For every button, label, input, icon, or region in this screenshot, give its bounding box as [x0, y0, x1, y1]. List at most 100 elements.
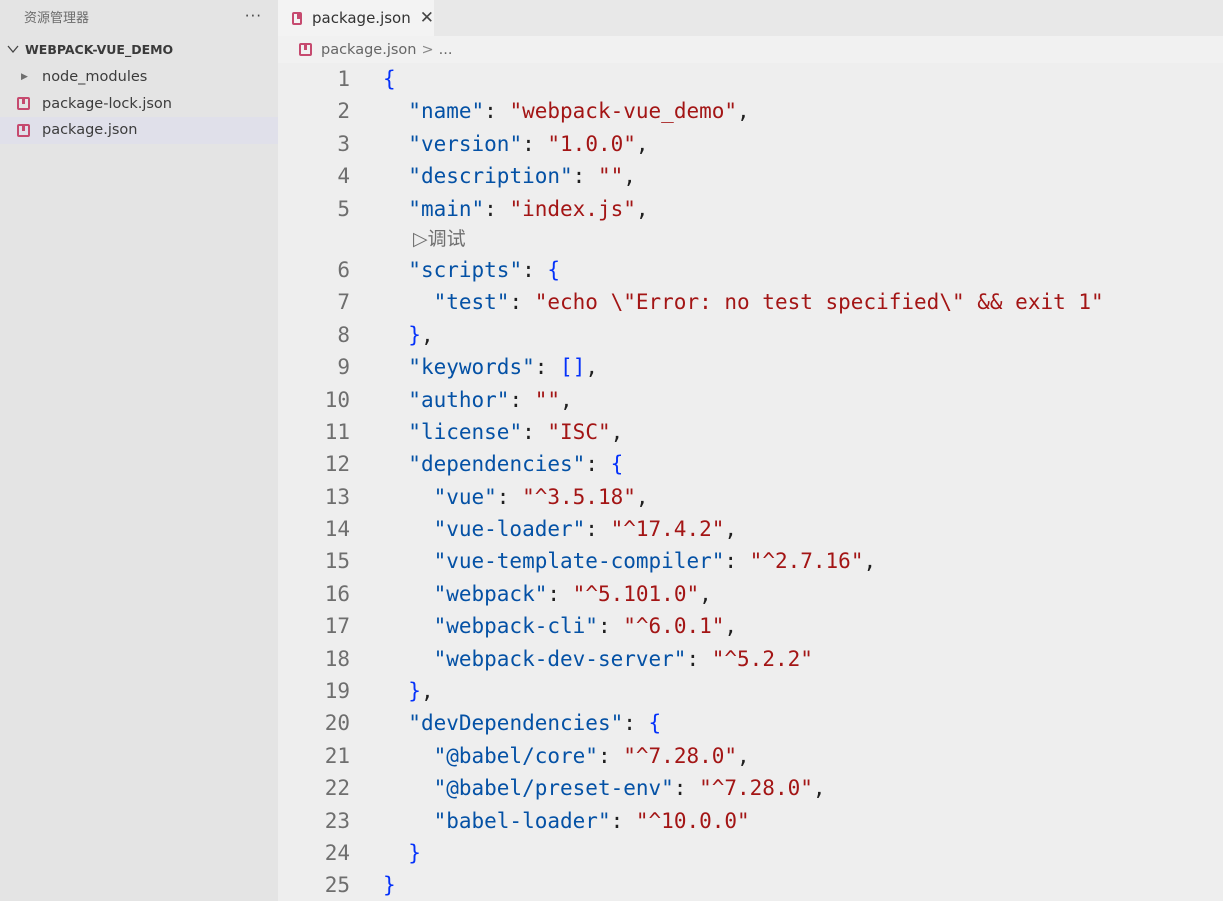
code-line: 4 "description": "", [278, 160, 1223, 192]
code-line: 8 }, [278, 319, 1223, 351]
code-line: 22 "@babel/preset-env": "^7.28.0", [278, 772, 1223, 804]
json-file-icon [292, 11, 302, 25]
line-number: 14 [324, 517, 350, 542]
more-icon[interactable]: ··· [245, 7, 262, 25]
sidebar-header: 资源管理器 ··· [0, 0, 278, 32]
code-text: "vue": "^3.5.18", [433, 484, 649, 509]
code-line: 17 "webpack-cli": "^6.0.1", [278, 610, 1223, 642]
code-line: 1{ [278, 63, 1223, 95]
close-icon[interactable]: ✕ [420, 8, 434, 28]
code-text: "keywords": [], [408, 355, 598, 380]
code-text: "devDependencies": { [408, 711, 662, 736]
code-line: 20 "devDependencies": { [278, 707, 1223, 739]
line-number: 4 [337, 164, 350, 189]
code-line: 11 "license": "ISC", [278, 416, 1223, 448]
code-text: "webpack-cli": "^6.0.1", [433, 614, 738, 639]
code-line: 24 } [278, 837, 1223, 869]
code-line: 10 "author": "", [278, 384, 1223, 416]
line-number: 8 [337, 322, 350, 347]
caret-right-icon: ▶ [21, 72, 28, 83]
code-text: { [383, 67, 396, 91]
line-number: 17 [324, 614, 350, 639]
line-number: 3 [337, 131, 350, 156]
code-line: 7 "test": "echo \"Error: no test specifi… [278, 286, 1223, 318]
tab-package-json[interactable]: package.json ✕ [278, 0, 434, 36]
tree-item-label: package-lock.json [42, 95, 172, 112]
line-number: 1 [337, 67, 350, 91]
code-line: 6 "scripts": { [278, 254, 1223, 286]
json-file-icon [17, 123, 30, 137]
code-text: }, [408, 679, 434, 704]
code-line: 9 "keywords": [], [278, 351, 1223, 383]
line-number: 10 [324, 387, 350, 412]
debug-codelens[interactable]: ▷调试 [278, 225, 1223, 254]
code-line: 13 "vue": "^3.5.18", [278, 481, 1223, 513]
code-text: "vue-loader": "^17.4.2", [433, 517, 738, 542]
tree-item-label: package.json [42, 122, 138, 139]
code-line: 18 "webpack-dev-server": "^5.2.2" [278, 643, 1223, 675]
breadcrumb-file[interactable]: package.json [321, 42, 416, 58]
code-text: "babel-loader": "^10.0.0" [433, 808, 750, 833]
code-line: 25} [278, 869, 1223, 901]
code-area[interactable]: 1{2 "name": "webpack-vue_demo", 3 "versio… [278, 63, 1223, 901]
line-number: 20 [324, 711, 350, 736]
tree-item-package-lock[interactable]: package-lock.json [0, 91, 278, 118]
code-line: 2 "name": "webpack-vue_demo", [278, 95, 1223, 127]
tree-item-node-modules[interactable]: ▶ node_modules [0, 64, 278, 91]
breadcrumb: package.json > ... [278, 36, 1223, 63]
line-number: 13 [324, 484, 350, 509]
tab-label: package.json [311, 9, 411, 27]
line-number: 24 [324, 840, 350, 865]
code-line: 16 "webpack": "^5.101.0", [278, 578, 1223, 610]
code-text: "dependencies": { [408, 452, 624, 477]
code-text: "webpack-dev-server": "^5.2.2" [433, 646, 813, 671]
code-text: "main": "index.js", [408, 196, 649, 221]
code-text: } [383, 873, 396, 898]
code-text: "description": "", [408, 164, 636, 189]
line-number: 5 [337, 196, 350, 221]
chevron-down-icon [7, 45, 19, 54]
code-line: 5 "main": "index.js", [278, 193, 1223, 225]
line-number: 15 [324, 549, 350, 574]
code-line: 3 "version": "1.0.0", [278, 128, 1223, 160]
json-file-icon [17, 97, 30, 111]
folder-header[interactable]: WEBPACK-VUE_DEMO [0, 34, 278, 64]
code-text: }, [408, 322, 434, 347]
line-number: 23 [324, 808, 350, 833]
line-number: 16 [324, 581, 350, 606]
code-text: "name": "webpack-vue_demo", [408, 99, 750, 124]
line-number: 22 [324, 776, 350, 801]
line-number: 9 [337, 355, 350, 380]
code-text: "vue-template-compiler": "^2.7.16", [433, 549, 877, 574]
code-text: "author": "", [408, 387, 573, 412]
tree-item-package-json[interactable]: package.json [0, 117, 278, 144]
folder-name: WEBPACK-VUE_DEMO [25, 41, 174, 57]
line-number: 21 [324, 743, 350, 768]
line-number: 19 [324, 679, 350, 704]
line-number: 18 [324, 646, 350, 671]
code-line: 21 "@babel/core": "^7.28.0", [278, 740, 1223, 772]
code-text: "license": "ISC", [408, 419, 624, 444]
code-text: "webpack": "^5.101.0", [433, 581, 712, 606]
editor: package.json ✕ package.json > ... 1{2 "n… [278, 0, 1223, 901]
tab-bar: package.json ✕ [278, 0, 1223, 36]
tree-item-label: node_modules [42, 69, 148, 86]
code-text: "scripts": { [408, 257, 561, 282]
code-text: "@babel/core": "^7.28.0", [433, 743, 750, 768]
code-text: "test": "echo \"Error: no test specified… [433, 290, 1104, 315]
code-line: 12 "dependencies": { [278, 448, 1223, 480]
code-line: 15 "vue-template-compiler": "^2.7.16", [278, 545, 1223, 577]
line-number: 11 [324, 419, 350, 444]
chevron-right-icon: > [421, 41, 434, 58]
line-number: 2 [337, 99, 350, 124]
explorer-sidebar: 资源管理器 ··· WEBPACK-VUE_DEMO ▶ node_module… [0, 0, 278, 901]
code-line: 14 "vue-loader": "^17.4.2", [278, 513, 1223, 545]
breadcrumb-more[interactable]: ... [439, 42, 453, 58]
sidebar-title: 资源管理器 [24, 10, 90, 26]
json-file-icon [299, 43, 312, 56]
code-text: "version": "1.0.0", [408, 131, 649, 156]
code-line: 19 }, [278, 675, 1223, 707]
line-number: 25 [324, 873, 350, 898]
code-line: 23 "babel-loader": "^10.0.0" [278, 805, 1223, 837]
line-number: 6 [337, 257, 350, 282]
